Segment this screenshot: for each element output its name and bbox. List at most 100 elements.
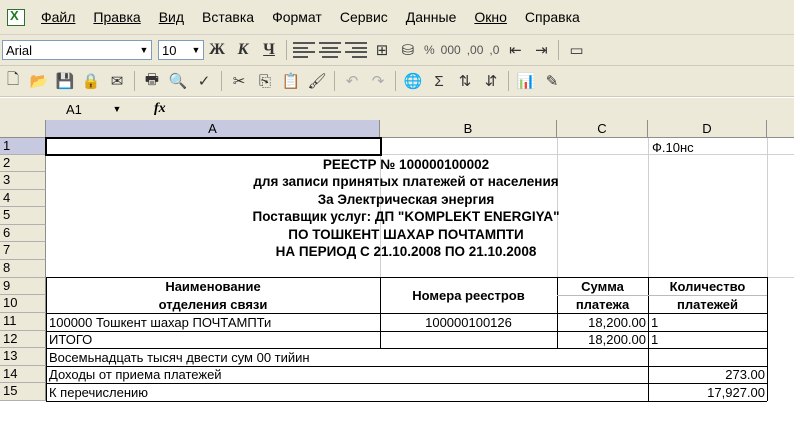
underline-button[interactable]: Ч — [257, 39, 281, 61]
row-header-7[interactable]: 7 — [0, 242, 46, 260]
row-header-8[interactable]: 8 — [0, 260, 46, 278]
align-left-icon[interactable] — [293, 42, 315, 58]
selected-cell-a1[interactable] — [45, 137, 382, 156]
column-header-e[interactable] — [767, 120, 794, 138]
row-header-1[interactable]: 1 — [0, 138, 46, 155]
bold-button[interactable]: Ж — [205, 39, 229, 61]
sort-ascending-icon[interactable]: ⇅ — [453, 70, 477, 92]
column-header-a[interactable]: A — [46, 120, 380, 138]
formula-bar: A1 ▼ fx — [0, 98, 794, 121]
chart-wizard-icon[interactable]: 📊 — [514, 70, 538, 92]
open-folder-icon[interactable]: 📂 — [27, 70, 51, 92]
header-amount-line2: платежа — [575, 297, 630, 312]
row-header-10[interactable]: 10 — [0, 295, 46, 313]
standard-toolbar: 🗋 📂 💾 🔒 ✉ 🖶 🔍 ✓ ✂ ⎘ 📋 🖌 ↶ ↷ 🌐 Σ ⇅ ⇵ 📊 ✎ — [0, 66, 794, 97]
row-header-14[interactable]: 14 — [0, 366, 46, 383]
currency-icon[interactable]: ⛁ — [396, 39, 420, 61]
column-header-b[interactable]: B — [380, 120, 557, 138]
excel-app-icon[interactable] — [6, 8, 26, 26]
row-header-15[interactable]: 15 — [0, 383, 46, 401]
total-label: ИТОГО — [49, 332, 93, 347]
cut-icon[interactable]: ✂ — [227, 70, 251, 92]
chevron-down-icon[interactable]: ▼ — [110, 100, 124, 118]
cell-reference: A1 — [66, 101, 82, 117]
percent-button[interactable]: % — [424, 43, 435, 57]
form-code: Ф.10нс — [652, 140, 694, 155]
row-header-4[interactable]: 4 — [0, 190, 46, 207]
menu-format[interactable]: Формат — [263, 9, 331, 25]
new-document-icon[interactable]: 🗋 — [1, 70, 25, 92]
chevron-down-icon[interactable]: ▼ — [137, 41, 151, 59]
table-border — [46, 277, 767, 278]
menu-file[interactable]: Файл — [32, 9, 84, 25]
row-header-2[interactable]: 2 — [0, 155, 46, 172]
increase-indent-icon[interactable]: ⇥ — [529, 39, 553, 61]
decrease-indent-icon[interactable]: ⇤ — [503, 39, 527, 61]
save-icon[interactable]: 💾 — [53, 70, 77, 92]
menu-help[interactable]: Справка — [516, 9, 589, 25]
print-icon[interactable]: 🖶 — [140, 70, 164, 92]
data-row-name: 100000 Тошкент шахар ПОЧТАМПТи — [49, 315, 272, 330]
drawing-icon[interactable]: ✎ — [540, 70, 564, 92]
font-name-select[interactable]: Arial ▼ — [2, 40, 152, 60]
select-all-corner[interactable] — [0, 120, 46, 138]
toolbar-separator — [286, 40, 287, 60]
data-row-amount: 18,200.00 — [588, 315, 646, 330]
income-value: 273.00 — [725, 367, 765, 382]
table-border — [767, 277, 768, 401]
table-border — [46, 383, 767, 384]
hyperlink-icon[interactable]: 🌐 — [401, 70, 425, 92]
header-registry: Номера реестров — [412, 288, 525, 303]
align-right-icon[interactable] — [345, 42, 367, 58]
menu-insert[interactable]: Вставка — [193, 9, 263, 25]
undo-icon[interactable]: ↶ — [340, 70, 364, 92]
row-header-6[interactable]: 6 — [0, 225, 46, 242]
borders-icon[interactable]: ▭ — [564, 39, 588, 61]
total-count: 1 — [651, 332, 659, 347]
row-header-3[interactable]: 3 — [0, 172, 46, 190]
menu-edit[interactable]: Правка — [84, 9, 149, 25]
font-size-select[interactable]: 10 ▼ — [158, 40, 204, 60]
name-box[interactable]: A1 ▼ — [4, 100, 124, 118]
service-provider: Поставщик услуг: ДП "KOMPLEKT ENERGIYA" — [252, 209, 560, 224]
thousands-button[interactable]: 000 — [441, 43, 461, 57]
align-center-icon[interactable] — [319, 42, 341, 58]
column-header-c[interactable]: C — [557, 120, 648, 138]
autosum-icon[interactable]: Σ — [427, 70, 451, 92]
formula-input[interactable] — [176, 100, 794, 118]
function-icon[interactable]: fx — [154, 101, 166, 117]
table-border — [46, 401, 767, 402]
merge-center-icon[interactable]: ⊞ — [370, 39, 394, 61]
copy-icon[interactable]: ⎘ — [253, 70, 277, 92]
table-border — [46, 277, 47, 401]
registry-title: РЕЕСТР № 100000100002 — [322, 157, 490, 172]
menu-window[interactable]: Окно — [465, 9, 516, 25]
menu-tools[interactable]: Сервис — [331, 9, 397, 25]
column-header-d[interactable]: D — [648, 120, 767, 138]
permission-icon[interactable]: 🔒 — [79, 70, 103, 92]
menu-view[interactable]: Вид — [150, 9, 193, 25]
row-header-9[interactable]: 9 — [0, 278, 46, 295]
spelling-icon[interactable]: ✓ — [192, 70, 216, 92]
format-painter-icon[interactable]: 🖌 — [305, 70, 329, 92]
row-header-13[interactable]: 13 — [0, 348, 46, 366]
sort-descending-icon[interactable]: ⇵ — [479, 70, 503, 92]
data-row-registry: 100000100126 — [425, 315, 512, 330]
row-header-11[interactable]: 11 — [0, 313, 46, 331]
menu-data[interactable]: Данные — [397, 9, 466, 25]
italic-button[interactable]: К — [231, 39, 255, 61]
row-header-5[interactable]: 5 — [0, 207, 46, 225]
toolbar-separator — [134, 71, 135, 91]
chevron-down-icon[interactable]: ▼ — [189, 41, 203, 59]
menu-bar: Файл Правка Вид Вставка Формат Сервис Да… — [0, 0, 794, 35]
email-icon[interactable]: ✉ — [105, 70, 129, 92]
paste-icon[interactable]: 📋 — [279, 70, 303, 92]
decrease-decimal-button[interactable]: ,0 — [489, 43, 499, 57]
increase-decimal-button[interactable]: ,00 — [467, 43, 484, 57]
table-border — [46, 331, 767, 332]
header-count-line1: Количество — [669, 279, 746, 294]
service-type: За Электрическая энергия — [317, 192, 495, 207]
row-header-12[interactable]: 12 — [0, 331, 46, 348]
redo-icon[interactable]: ↷ — [366, 70, 390, 92]
print-preview-icon[interactable]: 🔍 — [166, 70, 190, 92]
